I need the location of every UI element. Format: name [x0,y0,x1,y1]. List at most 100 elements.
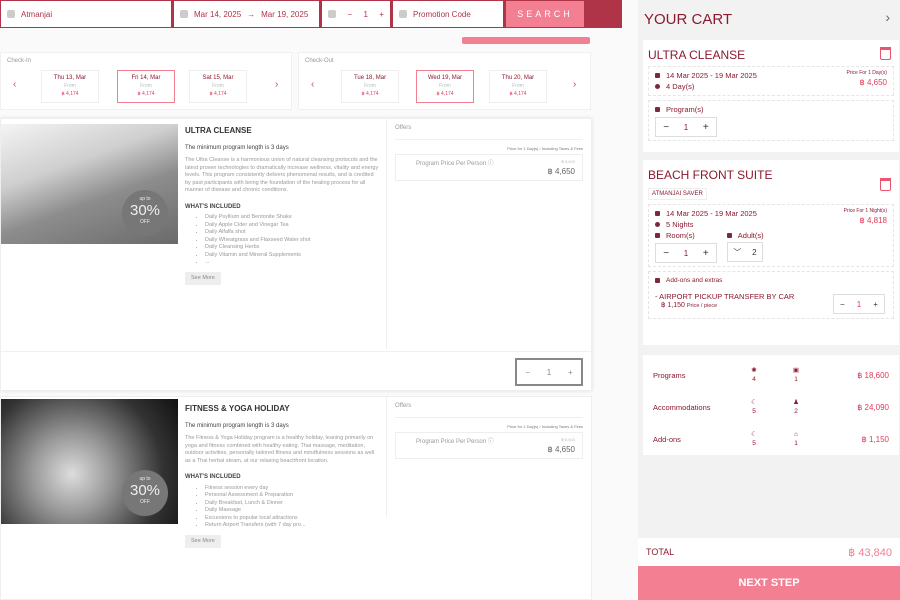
from-label: From [64,83,76,89]
program-description: The Ultra Cleanse is a harmonious union … [185,157,379,193]
check-out-next-arrow-icon[interactable]: › [573,79,576,90]
guest-minus-button[interactable]: − [347,10,352,19]
cart-total: TOTAL ฿ 43,840 [638,538,900,566]
included-item: Daily Cleansing Herbs [205,244,380,252]
gift-icon [655,278,660,283]
rooms-stepper[interactable]: − 1 + [655,243,717,263]
addon-qty-value: 1 [856,299,862,309]
date-range-field[interactable]: Mar 14, 2025 → Mar 19, 2025 [174,1,319,27]
day-label: Wed 19, Mar [427,75,463,81]
offers-heading: Offers [395,403,583,418]
guest-count: 1 [363,9,368,19]
location-value: Atmanjai [21,9,53,19]
check-out-day-card[interactable]: Thu 20, Mar From ฿ 4,174 [489,70,547,103]
plus-button[interactable]: + [703,248,709,259]
qty-plus-button[interactable]: + [568,368,573,377]
search-bar-edge [584,1,621,27]
collapse-cart-chevron-icon[interactable]: › [885,9,890,25]
plus-button[interactable]: + [873,300,878,309]
check-in-day-card[interactable]: Sat 15, Mar From ฿ 4,174 [189,70,247,103]
check-in-label: Check-In [7,58,32,64]
total-value: ฿ 43,840 [848,546,892,559]
promo-code-input[interactable]: Promotion Code [393,1,503,27]
check-in-day-card[interactable]: Thu 13, Mar From ฿ 4,174 [41,70,99,103]
offers-panel: Offers Price for 1 Day(s) / Including Ta… [386,119,591,349]
check-in-day-card-selected[interactable]: Fri 14, Mar From ฿ 4,174 [117,70,175,103]
offer-name: Program Price Per Person ⓘ [416,161,494,167]
offer-option[interactable]: Program Price Per Person ⓘ ฿ 6,643 ฿ 4,6… [395,154,583,181]
included-item: Daily Alfalfa shot [205,229,380,237]
included-item: Daily Psyllium and Bentonite Shake [205,214,380,222]
cart-item-details: 14 Mar 2025 - 19 Mar 2025 5 Nights Room(… [648,204,894,267]
guest-stepper[interactable]: − 1 + [322,1,390,27]
check-out-prev-arrow-icon[interactable]: ‹ [311,79,314,90]
day-label: Tue 18, Mar [353,75,387,81]
location-field[interactable]: Atmanjai [1,1,171,27]
badge-value: 30% [129,202,161,219]
addon-qty-stepper[interactable]: − 1 + [833,294,885,314]
day-price: ฿ 4,174 [509,91,527,97]
day-label: Thu 20, Mar [501,75,535,81]
date-from: Mar 14, 2025 [194,9,242,19]
check-in-prev-arrow-icon[interactable]: ‹ [13,79,16,90]
included-list: Fitness session every day Personal Asses… [185,485,380,530]
rooms-value: 1 [683,248,689,258]
addons-label: Add-ons and extras [666,277,723,284]
cart-item-title: ULTRA CLEANSE [648,48,746,62]
program-image: up to 30% OFF [1,124,178,244]
trash-icon[interactable] [880,178,891,191]
quantity-stepper[interactable]: − 1 + [515,358,583,386]
minus-button[interactable]: − [840,300,845,309]
search-button[interactable]: SEARCH [506,1,584,27]
moon-icon: ☾ [751,431,757,438]
guest-plus-button[interactable]: + [379,10,384,19]
qty-value: 1 [546,367,552,377]
included-item: Daily Wheatgrass and Flaxseed Water shot [205,237,380,245]
rate-tag: ATMANJAI SAVER [648,188,707,200]
date-arrow: → [247,9,256,19]
offers-heading: Offers [395,125,583,140]
included-item: Daily Vitamin and Mineral Supplements [205,252,380,260]
next-step-button[interactable]: NEXT STEP [638,566,900,600]
offer-option[interactable]: Program Price Per Person ⓘ ฿ 6,643 ฿ 4,6… [395,432,583,459]
addons-section: Add-ons and extras - AIRPORT PICKUP TRAN… [648,271,894,319]
summary-count-2: 1 [794,440,798,447]
offer-price: ฿ 4,650 [547,167,575,176]
calendar-icon [655,211,660,216]
check-in-next-arrow-icon[interactable]: › [275,79,278,90]
included-item: Daily Breakfast, Lunch & Dinner [205,500,380,508]
day-label: Sat 15, Mar [202,75,234,81]
check-in-strip: Check-In ‹ Thu 13, Mar From ฿ 4,174 Fri 14… [0,52,292,110]
discount-badge: up to 30% OFF [122,190,168,236]
adults-select[interactable]: ﹀ 2 [727,242,763,262]
summary-count-2: 1 [794,376,798,383]
day-price: ฿ 4,174 [209,91,227,97]
plus-button[interactable]: + [703,122,709,133]
check-out-day-card[interactable]: Tue 18, Mar From ฿ 4,174 [341,70,399,103]
minus-button[interactable]: − [663,248,669,259]
promo-placeholder: Promotion Code [413,9,471,19]
from-label: From [439,83,451,89]
summary-count-2: 2 [794,408,798,415]
offer-old-price: ฿ 6,643 [561,437,575,442]
badge-bottom: OFF [140,499,150,505]
program-qty-stepper[interactable]: − 1 + [655,117,717,137]
date-to: Mar 19, 2025 [261,9,309,19]
cart-item-date-range: 14 Mar 2025 - 19 Mar 2025 [666,71,757,80]
price-value: ฿ 4,650 [859,78,887,87]
included-item: Daily Massage [205,507,380,515]
total-label: TOTAL [646,547,675,557]
trash-icon[interactable] [880,47,891,60]
calendar-icon [655,73,660,78]
offer-old-price: ฿ 6,643 [561,159,575,164]
check-out-day-card-selected[interactable]: Wed 19, Mar From ฿ 4,174 [416,70,474,103]
from-label: From [140,83,152,89]
minus-button[interactable]: − [663,122,669,133]
qty-minus-button[interactable]: − [525,368,530,377]
included-item: Daily Apple Cider and Vinegar Tea [205,222,380,230]
tag-icon [399,10,407,18]
see-more-button[interactable]: See More [185,271,221,285]
see-more-button[interactable]: See More [185,534,221,548]
moon-icon [655,222,660,227]
program-title: ULTRA CLEANSE [185,126,252,135]
